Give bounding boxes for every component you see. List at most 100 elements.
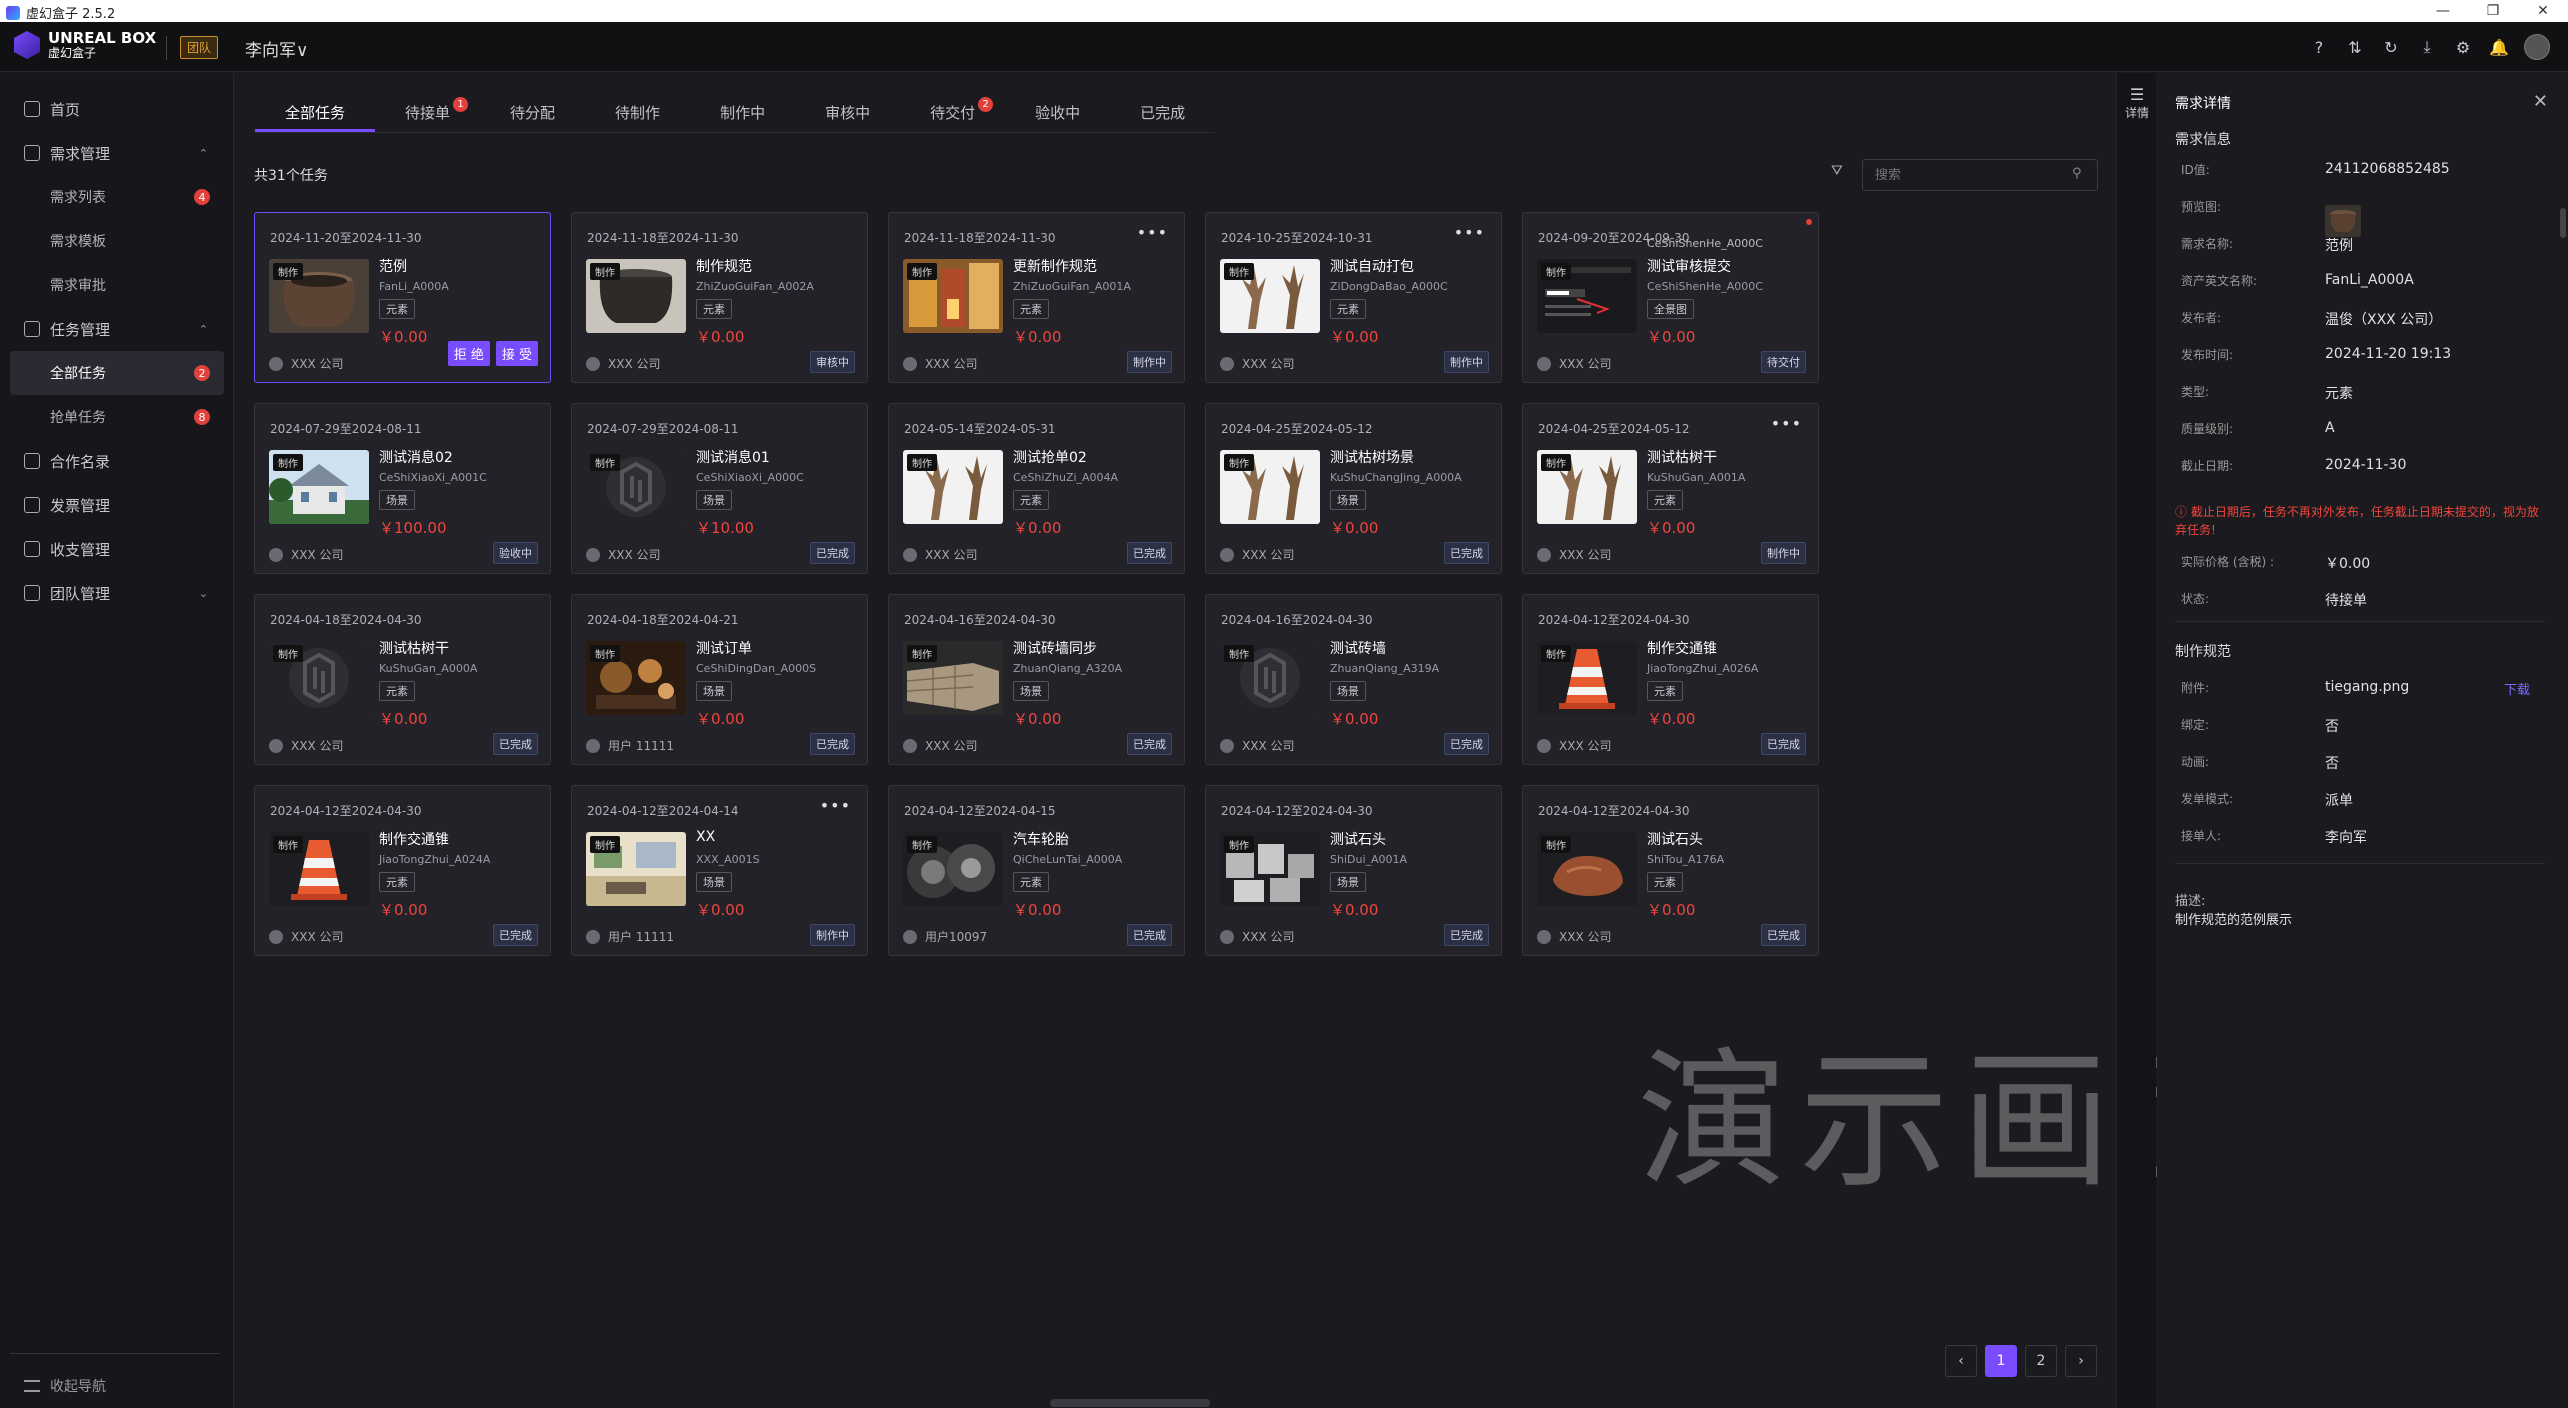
owner-avatar [586, 356, 600, 371]
task-thumbnail: 制作 [1537, 450, 1637, 524]
page-1-button[interactable]: 1 [1985, 1345, 2017, 1377]
task-card[interactable]: 2024-11-18至2024-11-30 ••• 制作 更新制作规范 ZhiZuoGu… [888, 212, 1185, 383]
task-card[interactable]: 2024-09-20至2024-09-30 制作 测试审核提交 CeShiShenHe… [1522, 212, 1819, 383]
task-card[interactable]: 2024-07-29至2024-08-11 制作 测试消息02 CeShiXiaoXi… [254, 403, 551, 574]
sidebar-item-9[interactable]: 发票管理 [10, 483, 224, 527]
maximize-button[interactable]: ❐ [2468, 0, 2518, 22]
close-window-button[interactable]: ✕ [2518, 0, 2568, 22]
tab-6[interactable]: 待交付 2 [900, 93, 1005, 132]
task-card[interactable]: 2024-04-25至2024-05-12 ••• 制作 测试枯树干 KuShuGan_… [1522, 403, 1819, 574]
task-card[interactable]: 2024-04-16至2024-04-30 制作 测试砖墙同步 ZhuanQiang_… [888, 594, 1185, 765]
search-icon[interactable]: ⚲ [2072, 166, 2088, 182]
task-thumbnail: 制作 [903, 259, 1003, 333]
task-price: ￥0.00 [1330, 901, 1379, 919]
tab-2[interactable]: 待分配 [480, 93, 585, 132]
task-name: 制作交通锥 [1647, 641, 1717, 657]
minimize-button[interactable]: — [2418, 0, 2468, 22]
tab-8[interactable]: 已完成 [1110, 93, 1215, 132]
tab-5[interactable]: 审核中 [795, 93, 900, 132]
download-link[interactable]: 下载 [2504, 679, 2530, 698]
preview-thumbnail[interactable] [2325, 205, 2361, 237]
user-avatar[interactable] [2524, 34, 2550, 60]
detail-field: 需求名称: 范例 [2181, 235, 2541, 254]
tab-label: 全部任务 [285, 104, 346, 122]
sidebar-item-2[interactable]: 需求列表 4 [10, 175, 224, 219]
panel-close-button[interactable]: ✕ [2533, 91, 2548, 112]
app-icon [6, 5, 20, 20]
more-options-icon[interactable]: ••• [1454, 223, 1485, 242]
more-options-icon[interactable]: ••• [820, 796, 851, 815]
task-card[interactable]: 2024-04-12至2024-04-30 制作 测试石头 ShiTou_A176A 元… [1522, 785, 1819, 956]
more-options-icon[interactable]: ••• [1771, 414, 1802, 433]
reject-button[interactable]: 拒 绝 [447, 341, 490, 366]
next-page-button[interactable]: › [2065, 1345, 2097, 1377]
task-card[interactable]: 2024-04-18至2024-04-21 制作 测试订单 CeShiDingDan_… [571, 594, 868, 765]
prev-page-button[interactable]: ‹ [1945, 1345, 1977, 1377]
accept-button[interactable]: 接 受 [495, 341, 538, 366]
tab-3[interactable]: 待制作 [585, 93, 690, 132]
owner-name: XXX 公司 [1559, 357, 1612, 371]
task-card[interactable]: 2024-07-29至2024-08-11 制作 测试消息01 CeShiXiaoXi… [571, 403, 868, 574]
task-card[interactable]: 2024-11-20至2024-11-30 制作 范例 FanLi_A000A 元素 ￥0… [254, 212, 551, 383]
sidebar-item-10[interactable]: 收支管理 [10, 527, 224, 571]
sidebar-item-1[interactable]: 需求管理 ⌃ [10, 131, 224, 175]
task-card[interactable]: 2024-04-18至2024-04-30 制作 测试枯树干 KuShuGan_A00… [254, 594, 551, 765]
owner-avatar [1220, 738, 1234, 753]
section-divider [2175, 621, 2545, 622]
task-tag: 制作 [590, 645, 620, 662]
horizontal-scrollbar[interactable] [1050, 1399, 1210, 1407]
task-card[interactable]: 2024-04-12至2024-04-30 制作 制作交通锥 JiaoTongZhui… [254, 785, 551, 956]
sidebar-item-8[interactable]: 合作名录 [10, 439, 224, 483]
sidebar-item-3[interactable]: 需求模板 [10, 219, 224, 263]
filter-icon[interactable]: ⛛ [1831, 163, 1847, 179]
more-options-icon[interactable]: ••• [1137, 223, 1168, 242]
search-input[interactable] [1862, 159, 2098, 191]
detail-field: 绑定: 否 [2181, 716, 2541, 735]
task-card[interactable]: 2024-04-12至2024-04-14 ••• 制作 XX XXX_A001S 场景 ￥… [571, 785, 868, 956]
sidebar-item-4[interactable]: 需求审批 [10, 263, 224, 307]
team-badge[interactable]: 团队 [180, 36, 219, 59]
page-2-button[interactable]: 2 [2025, 1345, 2057, 1377]
pagination: ‹ 1 2 › [1945, 1345, 2097, 1377]
task-card[interactable]: 2024-10-25至2024-10-31 ••• 制作 测试自动打包 ZiDongDa… [1205, 212, 1502, 383]
sidebar-item-0[interactable]: 首页 [10, 87, 224, 131]
user-switch-dropdown[interactable]: 李向军∨ [245, 36, 308, 61]
refresh-icon[interactable]: ↻ [2380, 36, 2402, 58]
task-card[interactable]: 2024-05-14至2024-05-31 制作 测试抢单02 CeShiZhuZi_… [888, 403, 1185, 574]
collapse-nav-button[interactable]: 收起导航 [24, 1376, 106, 1396]
task-card[interactable]: 2024-04-12至2024-04-30 制作 测试石头 ShiDui_A001A 场… [1205, 785, 1502, 956]
download-icon[interactable]: ⤓ [2416, 36, 2438, 58]
sidebar-item-5[interactable]: 任务管理 ⌃ [10, 307, 224, 351]
panel-scrollbar[interactable] [2560, 208, 2566, 238]
field-value: ￥0.00 [2325, 556, 2371, 572]
field-label: 需求名称: [2181, 237, 2234, 251]
settings-icon[interactable]: ⚙ [2452, 36, 2474, 58]
owner-name: XXX 公司 [1242, 930, 1295, 944]
sidebar-item-7[interactable]: 抢单任务 8 [10, 395, 224, 439]
field-label: 发单模式: [2181, 792, 2234, 806]
detail-toggle-button[interactable]: ☰ 详情 [2123, 85, 2151, 121]
sidebar-item-6[interactable]: 全部任务 2 [10, 351, 224, 395]
tab-7[interactable]: 验收中 [1005, 93, 1110, 132]
tab-0[interactable]: 全部任务 [255, 93, 376, 132]
bell-icon[interactable]: 🔔 [2488, 36, 2510, 58]
task-card[interactable]: 2024-04-25至2024-05-12 制作 测试枯树场景 KuShuChangJ… [1205, 403, 1502, 574]
task-thumbnail: 制作 [269, 450, 369, 524]
owner-avatar [269, 929, 283, 944]
detail-field: 发布时间: 2024-11-20 19:13 [2181, 346, 2541, 363]
owner-avatar [269, 738, 283, 753]
tab-4[interactable]: 制作中 [690, 93, 795, 132]
task-card[interactable]: 2024-11-18至2024-11-30 制作 制作规范 ZhiZuoGuiFan_… [571, 212, 868, 383]
task-card[interactable]: 2024-04-12至2024-04-30 制作 制作交通锥 JiaoTongZhui… [1522, 594, 1819, 765]
task-card[interactable]: 2024-04-16至2024-04-30 制作 测试砖墙 ZhuanQiang_A3… [1205, 594, 1502, 765]
panel-title: 需求详情 [2175, 96, 2231, 112]
detail-field: 预览图: [2181, 198, 2541, 215]
transfer-icon[interactable]: ⇅ [2344, 36, 2366, 58]
tab-1[interactable]: 待接单 1 [375, 93, 480, 132]
help-icon[interactable]: ? [2308, 36, 2330, 58]
sidebar-item-11[interactable]: 团队管理 ⌄ [10, 571, 224, 615]
task-card[interactable]: 2024-04-12至2024-04-15 制作 汽车轮胎 QiCheLunTai_A… [888, 785, 1185, 956]
task-code: CeShiXiaoXi_A000C [696, 471, 804, 484]
owner-avatar [903, 738, 917, 753]
field-label: 绑定: [2181, 718, 2210, 732]
